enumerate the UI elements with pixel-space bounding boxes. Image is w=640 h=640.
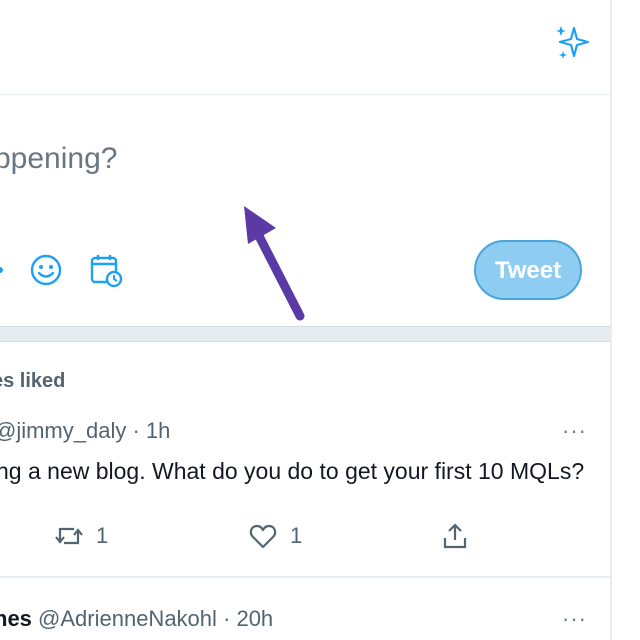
tweet-card[interactable]: nes @AdrienneNakohl · 20h ··· [0, 578, 610, 640]
tweet-card[interactable]: es liked @jimmy_daly · 1h ··· ng a new b… [0, 340, 610, 578]
more-icon[interactable]: ··· [562, 606, 587, 632]
social-context: es liked [0, 370, 66, 392]
tweet-author-line: nes @AdrienneNakohl · 20h [0, 606, 273, 632]
timeline-column: ppening? Tweet es liked @jimmy_daly · 1h… [0, 0, 612, 640]
compose-input[interactable]: ppening? [0, 142, 117, 176]
tweet-text: ng a new blog. What do you do to get you… [0, 458, 585, 484]
retweet-count: 1 [96, 523, 109, 548]
like-count: 1 [290, 523, 303, 548]
tweet-handle-time[interactable]: @AdrienneNakohl · 20h [32, 606, 273, 631]
tweet-button[interactable]: Tweet [474, 240, 582, 300]
like-icon [249, 524, 277, 549]
tweet-author-name[interactable]: nes [0, 606, 32, 631]
emoji-icon[interactable] [28, 252, 64, 288]
more-icon[interactable]: ··· [562, 418, 587, 444]
timeline-header [0, 0, 610, 95]
retweet-button[interactable]: 1 [54, 518, 108, 554]
sparkle-icon[interactable] [552, 22, 592, 62]
tweet-handle-time[interactable]: @jimmy_daly · 1h [0, 418, 170, 444]
share-button[interactable] [440, 518, 470, 554]
gif-icon[interactable] [0, 252, 22, 288]
like-button[interactable]: 1 [248, 518, 302, 554]
share-icon [443, 523, 467, 549]
retweet-icon [55, 527, 83, 545]
annotation-arrow [244, 206, 305, 321]
schedule-icon[interactable] [88, 252, 124, 288]
